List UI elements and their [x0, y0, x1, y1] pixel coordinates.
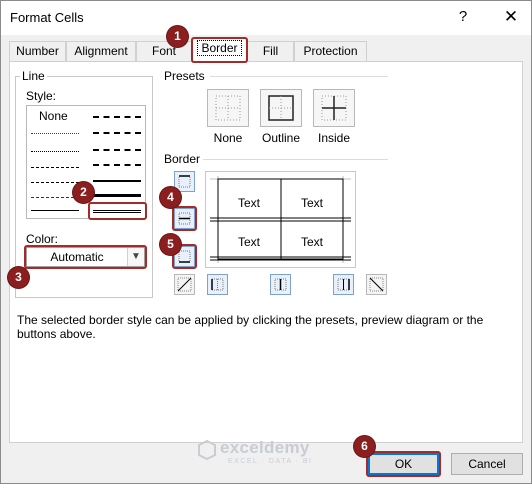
preset-inside-label: Inside	[317, 131, 351, 145]
line-style-thick[interactable]	[93, 194, 141, 197]
presets-divider	[210, 76, 388, 77]
preview-cell-text: Text	[237, 235, 260, 249]
preset-inside-button[interactable]	[313, 89, 355, 127]
preview-cell-text: Text	[237, 196, 260, 210]
help-description: The selected border style can be applied…	[17, 313, 484, 341]
style-label: Style:	[26, 89, 57, 103]
border-right-button[interactable]	[333, 274, 354, 295]
line-style-hair[interactable]	[31, 133, 79, 134]
cancel-button[interactable]: Cancel	[451, 453, 523, 475]
preset-none-icon	[215, 95, 241, 121]
step-badge-2: 2	[73, 182, 94, 203]
preset-outline-icon	[268, 95, 294, 121]
line-style-dashed[interactable]	[31, 197, 79, 198]
preview-cell-text: Text	[300, 235, 323, 249]
watermark-tagline: EXCEL · DATA · BI	[228, 458, 313, 465]
line-style-medium-dashed[interactable]	[93, 164, 141, 166]
border-diagonal-down-button[interactable]	[366, 274, 387, 295]
border-inside-vertical-button[interactable]	[270, 274, 291, 295]
step-badge-6: 6	[354, 436, 375, 457]
highlight-border-tab	[191, 37, 248, 63]
line-style-double[interactable]	[93, 210, 141, 213]
border-left-button[interactable]	[207, 274, 228, 295]
border-divider	[203, 159, 388, 160]
watermark-name: exceldemy	[220, 438, 310, 457]
step-badge-4: 4	[160, 187, 181, 208]
color-dropdown[interactable]: Automatic ▼	[26, 247, 145, 267]
step-badge-1: 1	[167, 26, 188, 47]
line-style-medium-dash-dot-dot[interactable]	[93, 116, 141, 118]
line-style-none[interactable]: None	[39, 109, 68, 123]
step-badge-5: 5	[160, 234, 181, 255]
preset-none-button[interactable]	[207, 89, 249, 127]
preview-diagram	[210, 176, 351, 263]
border-inside-horizontal-icon	[178, 212, 191, 225]
color-value: Automatic	[50, 250, 104, 264]
line-style-medium-dash-dot[interactable]	[93, 149, 141, 151]
line-style-thin[interactable]	[31, 210, 79, 211]
border-group-label: Border	[164, 152, 201, 166]
preset-inside-icon	[321, 95, 347, 121]
preview-cell-text: Text	[300, 196, 323, 210]
presets-group-label: Presets	[164, 69, 205, 83]
diagonal-down-icon	[369, 277, 384, 292]
border-top-icon	[178, 175, 191, 188]
diagonal-up-icon	[177, 277, 192, 292]
preset-none-label: None	[213, 131, 243, 145]
border-diagonal-up-button[interactable]	[174, 274, 195, 295]
preset-outline-label: Outline	[261, 131, 301, 145]
line-style-dotted[interactable]	[31, 151, 79, 152]
border-preview[interactable]: Text Text Text Text	[205, 171, 356, 268]
chevron-down-icon[interactable]: ▼	[127, 248, 144, 266]
step-badge-3: 3	[8, 267, 29, 288]
border-inside-vertical-icon	[274, 278, 287, 291]
ok-button[interactable]: OK	[368, 453, 439, 475]
preset-outline-button[interactable]	[260, 89, 302, 127]
exceldemy-logo-icon	[198, 440, 216, 460]
border-left-icon	[211, 278, 224, 291]
line-group-label: Line	[20, 69, 47, 83]
line-style-dash-dot[interactable]	[31, 182, 79, 183]
line-style-dash-dot-dot[interactable]	[31, 167, 79, 168]
color-label: Color:	[26, 232, 59, 246]
border-right-icon	[337, 278, 350, 291]
border-inside-horizontal-button[interactable]	[174, 208, 195, 229]
line-style-medium[interactable]	[93, 180, 141, 182]
line-style-slanted-dash-dot[interactable]	[93, 132, 141, 134]
